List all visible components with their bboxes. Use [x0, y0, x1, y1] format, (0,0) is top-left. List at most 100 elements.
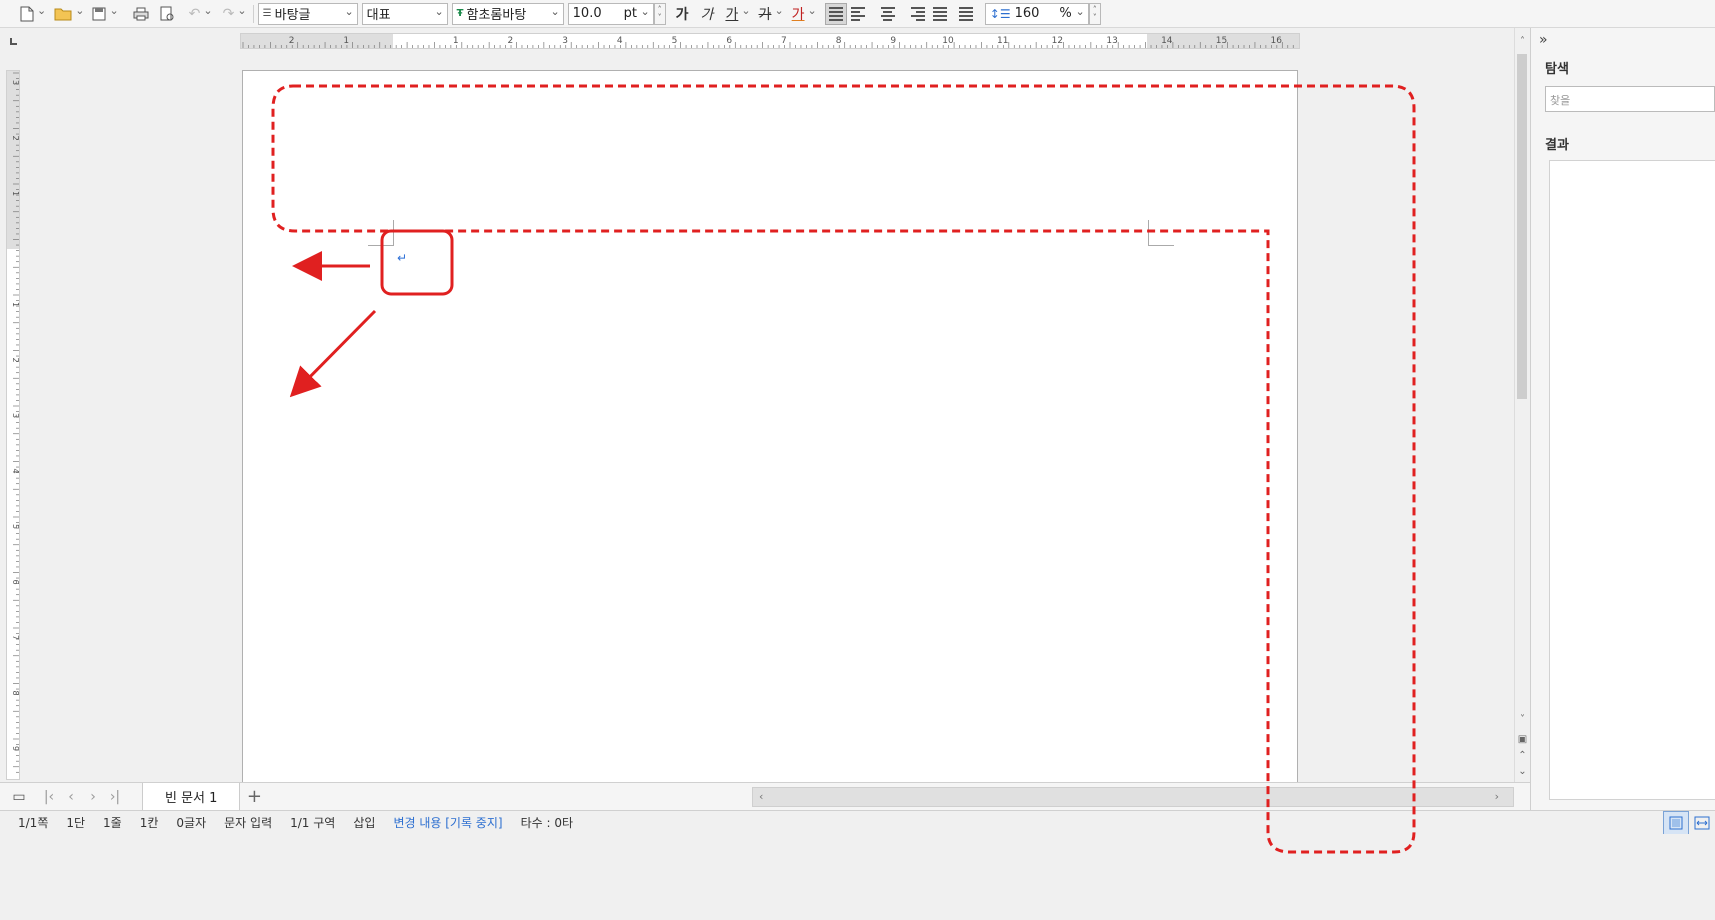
next-page-icon[interactable]: ⌄ — [1515, 766, 1530, 777]
line-spacing-unit: % — [1059, 6, 1072, 21]
line-spacing-field[interactable]: ↕☰ 160 % ⌄ — [984, 2, 1089, 25]
chevron-down-icon: ⌄ — [550, 4, 560, 18]
ruler-label: 3 — [11, 413, 19, 418]
status-track-changes[interactable]: 변경 내용 [기록 중지] — [393, 814, 502, 831]
page-view-icon[interactable]: ▭ — [8, 789, 30, 805]
style-value: 바탕글 — [274, 8, 311, 23]
distribute-align-button[interactable] — [929, 3, 951, 25]
status-page[interactable]: 1/1쪽 — [18, 814, 48, 831]
scroll-thumb[interactable] — [1517, 54, 1527, 399]
previous-tab-icon[interactable]: ‹ — [60, 789, 82, 805]
ruler-label: 8 — [11, 690, 19, 695]
ruler-label: 5 — [11, 524, 19, 529]
ruler-label: 3 — [562, 36, 568, 46]
chevron-down-icon: ⌄ — [434, 4, 444, 18]
new-document-icon[interactable] — [20, 3, 46, 25]
status-chars: 0글자 — [176, 816, 207, 830]
document-canvas[interactable]: ↵ — [28, 56, 1514, 782]
font-size-field[interactable]: 10.0 pt ⌄ — [567, 2, 654, 25]
chevron-down-icon: ⌄ — [640, 4, 650, 18]
ruler-label: 1 — [11, 302, 19, 307]
last-tab-icon[interactable]: ›| — [104, 789, 126, 805]
ruler-label: 2 — [11, 135, 19, 140]
next-tab-icon[interactable]: › — [82, 789, 104, 805]
ruler-label: 13 — [1106, 36, 1117, 46]
collapse-panel-icon[interactable]: » — [1539, 32, 1548, 48]
scroll-left-icon[interactable]: ‹ — [759, 790, 763, 803]
right-align-button[interactable] — [903, 3, 925, 25]
undo-icon[interactable]: ↶ — [189, 3, 213, 25]
ruler-label: 8 — [836, 36, 842, 46]
font-color-button[interactable]: 가 — [792, 4, 805, 24]
previous-page-icon[interactable]: ⌃ — [1515, 750, 1530, 761]
status-input-mode[interactable]: 문자 입력 — [224, 814, 272, 831]
formatting-toolbar: ↶ ↷ ☰ 바탕글 ⌄ 대표 ⌄ Ŧ 함초롬바탕 ⌄ 10.0 pt ⌄ ˄˅ … — [0, 0, 1715, 28]
add-tab-button[interactable]: + — [240, 786, 268, 807]
font-color-dropdown[interactable] — [805, 3, 817, 25]
chevron-down-icon: ⌄ — [1075, 4, 1085, 18]
language-select[interactable]: 대표 ⌄ — [361, 2, 448, 25]
ruler-label: 7 — [11, 635, 19, 640]
ruler-label: 14 — [1161, 36, 1173, 46]
font-unit: pt — [623, 6, 637, 21]
left-align-button[interactable] — [850, 3, 873, 25]
page-view-button[interactable] — [1663, 811, 1689, 835]
first-tab-icon[interactable]: |‹ — [38, 789, 60, 805]
language-value: 대표 — [366, 8, 391, 23]
open-folder-icon[interactable] — [54, 3, 84, 25]
truetype-icon: Ŧ — [456, 8, 464, 19]
center-align-button[interactable] — [877, 3, 899, 25]
view-mode-buttons — [1663, 811, 1715, 835]
panel-title: 탐색 — [1545, 62, 1569, 77]
ruler-label: 9 — [890, 36, 896, 46]
vertical-ruler[interactable]: 32112345678910 — [6, 70, 20, 780]
print-icon[interactable] — [129, 3, 153, 25]
ruler-label: 5 — [672, 36, 678, 46]
text-area-corner-mark — [368, 220, 394, 246]
font-size-stepper[interactable]: ˄ ˅ — [653, 2, 666, 25]
status-bar: 1/1쪽 1단 1줄 1칸 0글자 문자 입력 1/1 구역 삽입 변경 내용 … — [0, 810, 1715, 835]
results-list[interactable] — [1549, 160, 1715, 800]
bold-button[interactable]: 가 — [676, 4, 689, 24]
tab-type-icon[interactable] — [10, 38, 17, 45]
horizontal-scrollbar[interactable]: ‹ › — [752, 787, 1514, 807]
status-insert[interactable]: 삽입 — [353, 814, 375, 831]
scroll-right-icon[interactable]: › — [1495, 790, 1499, 803]
ruler-label: 10 — [942, 36, 954, 46]
font-select[interactable]: Ŧ 함초롬바탕 ⌄ — [451, 2, 564, 25]
ruler-label: 2 — [289, 36, 295, 46]
style-select[interactable]: ☰ 바탕글 ⌄ — [257, 2, 358, 25]
font-size-value: 10.0 — [572, 6, 602, 21]
scroll-down-icon[interactable]: ˅ — [1515, 714, 1530, 725]
line-spacing-value: 160 — [1014, 6, 1040, 21]
ruler-label: 7 — [781, 36, 787, 46]
split-align-button[interactable] — [955, 3, 977, 25]
underline-button[interactable]: 가 — [725, 4, 738, 24]
ruler-label: 4 — [11, 468, 19, 473]
ruler-label: 1 — [343, 36, 349, 46]
redo-icon[interactable]: ↷ — [223, 3, 247, 25]
document-page[interactable]: ↵ — [242, 70, 1298, 782]
scroll-up-icon[interactable]: ˄ — [1515, 36, 1530, 47]
window-bottom-edge — [0, 834, 1715, 920]
search-input[interactable]: 찾을 — [1545, 86, 1715, 112]
print-preview-icon[interactable] — [155, 3, 179, 25]
fit-width-button[interactable] — [1689, 811, 1715, 835]
ruler-label: 2 — [11, 357, 19, 362]
ruler-label: 6 — [726, 36, 732, 46]
underline-dropdown[interactable] — [738, 3, 750, 25]
tab-document-1[interactable]: 빈 문서 1 — [142, 782, 241, 811]
style-icon: ☰ — [262, 8, 272, 19]
save-icon[interactable] — [92, 3, 118, 25]
status-column: 1단 — [66, 816, 86, 830]
horizontal-ruler[interactable]: 21123456789101112131415161718 — [240, 33, 1300, 49]
ruler-label: 2 — [508, 36, 514, 46]
strikethrough-dropdown[interactable] — [771, 3, 783, 25]
strikethrough-button[interactable]: 가 — [759, 4, 772, 24]
justify-align-button[interactable] — [824, 2, 847, 25]
hwp-window: ↶ ↷ ☰ 바탕글 ⌄ 대표 ⌄ Ŧ 함초롬바탕 ⌄ 10.0 pt ⌄ ˄˅ … — [0, 0, 1715, 920]
vertical-scrollbar[interactable]: ˄ ˅ ▣ ⌃ ⌄ — [1514, 28, 1529, 782]
line-spacing-stepper[interactable]: ˄ ˅ — [1088, 2, 1101, 25]
page-select-icon[interactable]: ▣ — [1515, 734, 1530, 745]
italic-button[interactable]: 가 — [701, 4, 714, 24]
